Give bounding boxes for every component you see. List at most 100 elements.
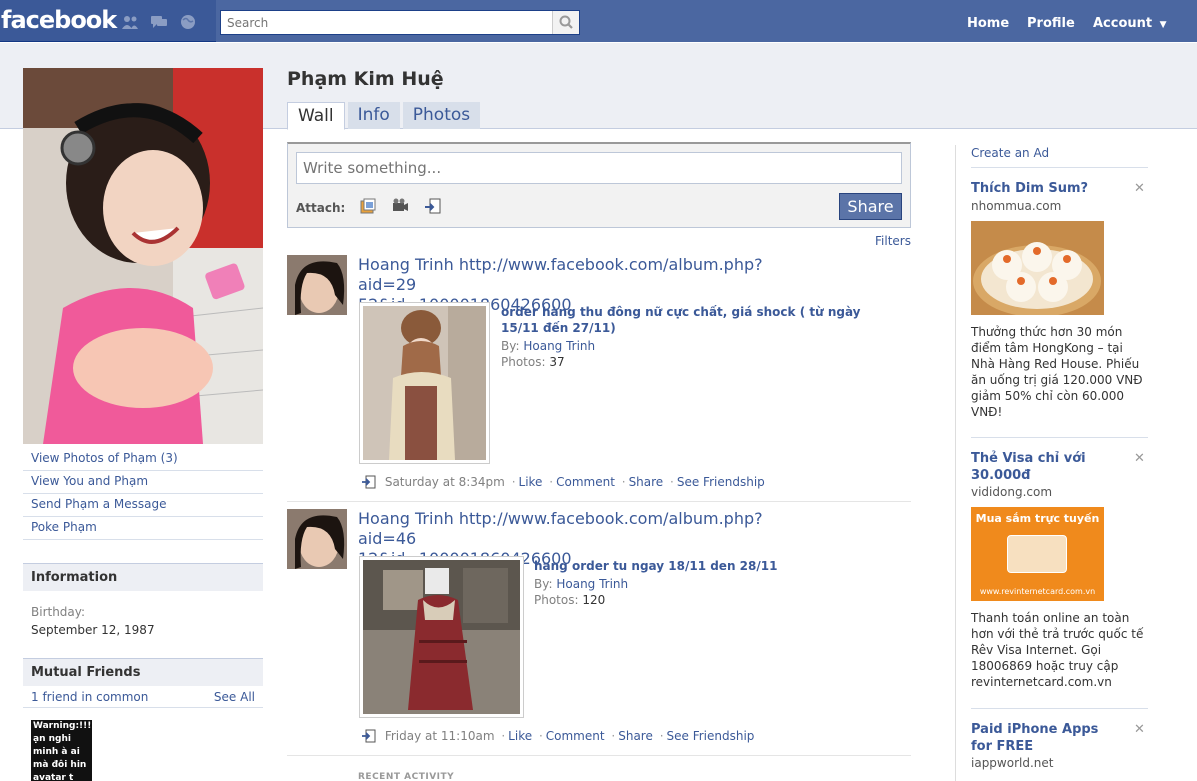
- see-friendship-link[interactable]: See Friendship: [677, 475, 765, 489]
- wall-composer: Attach: Share: [287, 142, 911, 228]
- mutual-friends-heading: Mutual Friends: [23, 658, 263, 686]
- nav-account-label: Account: [1093, 16, 1153, 31]
- story-actor-link[interactable]: Hoang Trinh: [358, 509, 454, 528]
- story-divider: [287, 755, 911, 756]
- album-photo: [363, 560, 520, 714]
- facebook-logo[interactable]: facebook: [1, 6, 117, 34]
- attach-label: Attach:: [296, 201, 346, 215]
- attach-link-icon[interactable]: [424, 198, 442, 215]
- album-by-label: By:: [534, 577, 553, 591]
- nav-profile[interactable]: Profile: [1027, 16, 1075, 31]
- attach-photo-icon[interactable]: [359, 198, 377, 215]
- album-title-link[interactable]: hang order tu ngay 18/11 den 28/11: [534, 558, 894, 574]
- birthday-label: Birthday:: [31, 605, 86, 619]
- story-actor-link[interactable]: Hoang Trinh: [358, 255, 454, 274]
- story-divider: [287, 501, 911, 502]
- birthday-value: September 12, 1987: [31, 623, 155, 637]
- album-photos-line: Photos: 37: [501, 354, 565, 370]
- album-photos-label: Photos:: [534, 593, 579, 607]
- comment-link[interactable]: Comment: [546, 729, 605, 743]
- story-timestamp: Saturday at 8:34pm: [384, 475, 505, 489]
- information-heading: Information: [23, 563, 263, 591]
- mutual-friend-avatar-text: Warning:!!! ạn nghi minh à ai mà đôi hin…: [33, 721, 92, 781]
- ad-domain: nhommua.com: [971, 199, 1062, 213]
- close-icon[interactable]: ✕: [1134, 451, 1145, 466]
- story-footer: Saturday at 8:34pm · Like · Comment · Share…: [361, 475, 765, 489]
- separator-dot: ·: [549, 475, 554, 489]
- album-photos-count: 37: [549, 355, 565, 369]
- avatar-photo: [287, 509, 347, 569]
- like-link[interactable]: Like: [508, 729, 532, 743]
- separator-dot: ·: [670, 475, 674, 489]
- view-you-and-link[interactable]: View You and Phạm: [23, 471, 263, 494]
- ad-unit: Thẻ Visa chỉ với 30.000đ ✕ vididong.com …: [971, 437, 1148, 707]
- share-link[interactable]: Share: [618, 729, 653, 743]
- comment-link[interactable]: Comment: [556, 475, 615, 489]
- mutual-friend-avatar[interactable]: Warning:!!! ạn nghi minh à ai mà đôi hin…: [31, 720, 92, 781]
- feed-story: Hoang Trinh http://www.facebook.com/albu…: [287, 255, 911, 505]
- album-thumbnail[interactable]: [359, 556, 524, 718]
- profile-actions: View Photos of Phạm (3) View You and Phạ…: [23, 448, 263, 540]
- send-message-link[interactable]: Send Phạm a Message: [23, 494, 263, 517]
- ad-body: Thanh toán online an toàn hơn với thẻ tr…: [971, 611, 1144, 689]
- album-author-link[interactable]: Hoang Trinh: [523, 339, 595, 353]
- nav-account[interactable]: Account ▼: [1093, 16, 1167, 31]
- search-button[interactable]: [552, 11, 579, 34]
- album-photos-count: 120: [582, 593, 606, 607]
- separator-dot: ·: [538, 729, 543, 743]
- profile-photo: [23, 68, 263, 444]
- separator-dot: ·: [511, 475, 516, 489]
- tab-wall[interactable]: Wall: [287, 102, 345, 130]
- tab-photos[interactable]: Photos: [402, 102, 481, 129]
- information-box: Information Birthday: September 12, 1987: [23, 563, 263, 647]
- close-icon[interactable]: ✕: [1134, 722, 1145, 737]
- view-photos-link[interactable]: View Photos of Phạm (3): [23, 448, 263, 471]
- album-by-line: By: Hoang Trinh: [501, 338, 595, 354]
- search-icon: [559, 15, 573, 29]
- tab-info[interactable]: Info: [347, 102, 400, 129]
- mutual-friends-box: Mutual Friends 1 friend in common See Al…: [23, 658, 263, 708]
- notifications-globe-icon[interactable]: [179, 14, 197, 30]
- share-link[interactable]: Share: [629, 475, 664, 489]
- like-link[interactable]: Like: [519, 475, 543, 489]
- posted-link-icon: [362, 475, 376, 489]
- story-footer: Friday at 11:10am · Like · Comment · Share …: [361, 729, 754, 743]
- album-thumbnail[interactable]: [359, 302, 490, 464]
- poke-link[interactable]: Poke Phạm: [23, 517, 263, 540]
- close-icon[interactable]: ✕: [1134, 181, 1145, 196]
- ad-title-link[interactable]: Thích Dim Sum?: [971, 180, 1121, 197]
- attach-video-icon[interactable]: [391, 198, 409, 215]
- profile-tabs: Wall Info Photos: [287, 102, 483, 130]
- profile-name: Phạm Kim Huệ: [287, 68, 444, 90]
- chevron-down-icon: ▼: [1159, 20, 1167, 30]
- filters-link[interactable]: Filters: [875, 234, 911, 248]
- nav-home[interactable]: Home: [967, 16, 1009, 31]
- story-avatar[interactable]: [287, 509, 347, 569]
- column-divider: [955, 145, 956, 781]
- album-title-link[interactable]: order hàng thu đông nữ cực chất, giá sho…: [501, 304, 901, 336]
- album-photos-line: Photos: 120: [534, 592, 605, 608]
- mutual-friends-row: 1 friend in common See All: [23, 686, 263, 708]
- see-all-link[interactable]: See All: [214, 686, 255, 707]
- story-avatar[interactable]: [287, 255, 347, 315]
- separator-dot: ·: [611, 729, 616, 743]
- profile-picture[interactable]: [23, 68, 263, 444]
- messages-icon[interactable]: [150, 14, 168, 30]
- friends-in-common-link[interactable]: 1 friend in common: [31, 686, 148, 707]
- create-ad-link[interactable]: Create an Ad: [971, 146, 1049, 160]
- ad-image[interactable]: Mua sắm trực tuyến www.revinternetcard.c…: [971, 507, 1104, 601]
- search-field[interactable]: [220, 10, 580, 35]
- recent-activity-heading: RECENT ACTIVITY: [358, 772, 455, 781]
- album-by-label: By:: [501, 339, 520, 353]
- visa-card-graphic: [1007, 535, 1067, 573]
- write-something-input[interactable]: [296, 152, 902, 184]
- information-body: Birthday: September 12, 1987: [23, 591, 263, 647]
- search-input[interactable]: [221, 11, 553, 34]
- share-button[interactable]: Share: [839, 193, 902, 220]
- album-author-link[interactable]: Hoang Trinh: [556, 577, 628, 591]
- ad-image[interactable]: [971, 221, 1104, 315]
- ad-title-link[interactable]: Thẻ Visa chỉ với 30.000đ: [971, 450, 1121, 484]
- friend-requests-icon[interactable]: [121, 14, 139, 30]
- ad-title-link[interactable]: Paid iPhone Apps for FREE: [971, 721, 1121, 755]
- see-friendship-link[interactable]: See Friendship: [667, 729, 755, 743]
